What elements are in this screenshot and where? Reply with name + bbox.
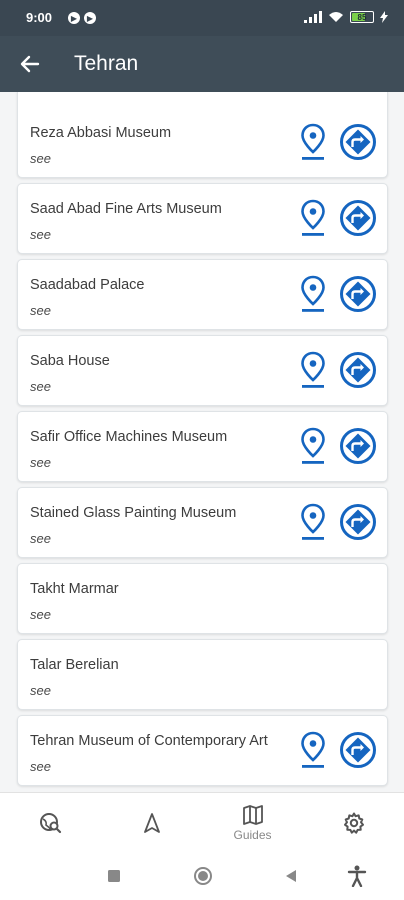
place-name: Reza Abbasi Museum [30, 125, 172, 141]
map-icon [242, 805, 263, 825]
accessibility-button[interactable] [347, 865, 367, 887]
place-card[interactable]: Stained Glass Painting Museum see [17, 487, 388, 558]
directions-button[interactable] [338, 426, 378, 466]
directions-button[interactable] [338, 122, 378, 162]
directions-icon [340, 352, 376, 388]
page-title: Tehran [74, 52, 139, 75]
location-pin-icon [301, 123, 325, 160]
place-type: see [30, 455, 51, 470]
place-type: see [30, 303, 51, 318]
show-on-map-button[interactable] [298, 274, 328, 314]
navigation-icon [143, 813, 160, 833]
recents-button[interactable] [104, 866, 124, 886]
notification-icon: ▶ [84, 12, 96, 24]
place-type: see [30, 151, 51, 166]
nav-label-guides: Guides [233, 828, 272, 842]
location-pin-icon [301, 503, 325, 540]
place-type: see [30, 607, 51, 622]
triangle-back-icon [286, 870, 296, 882]
wifi-icon [329, 12, 343, 22]
notification-icon: ▶ [68, 12, 80, 24]
back-button[interactable] [16, 50, 44, 78]
status-system-icons: 85 [304, 11, 388, 23]
nav-item-settings[interactable] [303, 793, 404, 853]
places-list[interactable]: Reza Abbasi Museum see Saad Abad Fine Arts… [0, 92, 404, 792]
circle-icon [194, 867, 212, 885]
show-on-map-button[interactable] [298, 198, 328, 238]
square-icon [108, 870, 120, 882]
directions-button[interactable] [338, 350, 378, 390]
nav-item-explore[interactable] [0, 793, 101, 853]
nav-item-navigation[interactable] [101, 793, 202, 853]
location-pin-icon [301, 275, 325, 312]
status-notification-icons: ▶ ▶ [68, 12, 96, 24]
place-name: Saba House [30, 353, 110, 369]
back-nav-button[interactable] [281, 866, 301, 886]
directions-button[interactable] [338, 502, 378, 542]
signal-icon [304, 11, 322, 23]
place-name: Stained Glass Painting Museum [30, 505, 237, 521]
place-type: see [30, 759, 51, 774]
location-pin-icon [301, 199, 325, 236]
app-bar: Tehran [0, 36, 404, 92]
place-card[interactable]: Saad Abad Fine Arts Museum see [17, 183, 388, 254]
location-pin-icon [301, 427, 325, 464]
place-name: Saad Abad Fine Arts Museum [30, 201, 222, 217]
directions-button[interactable] [338, 730, 378, 770]
location-pin-icon [301, 731, 325, 768]
place-type: see [30, 683, 51, 698]
status-time: 9:00 [26, 10, 53, 25]
directions-icon [340, 428, 376, 464]
place-card[interactable]: Reza Abbasi Museum see [17, 92, 388, 178]
place-card[interactable]: Saba House see [17, 335, 388, 406]
place-type: see [30, 379, 51, 394]
place-card[interactable]: Tehran Museum of Contemporary Art see [17, 715, 388, 786]
place-name: Talar Berelian [30, 657, 119, 673]
directions-icon [340, 124, 376, 160]
directions-icon [340, 200, 376, 236]
show-on-map-button[interactable] [298, 122, 328, 162]
location-pin-icon [301, 351, 325, 388]
settings-icon [343, 812, 364, 834]
show-on-map-button[interactable] [298, 350, 328, 390]
place-name: Tehran Museum of Contemporary Art [30, 733, 268, 749]
charging-icon [380, 11, 388, 23]
show-on-map-button[interactable] [298, 502, 328, 542]
battery-icon: 85 [350, 11, 374, 23]
place-card[interactable]: Saadabad Palace see [17, 259, 388, 330]
show-on-map-button[interactable] [298, 730, 328, 770]
place-name: Saadabad Palace [30, 277, 145, 293]
accessibility-icon [347, 865, 367, 887]
home-button[interactable] [193, 866, 213, 886]
place-card[interactable]: Safir Office Machines Museum see [17, 411, 388, 482]
place-name: Safir Office Machines Museum [30, 429, 228, 445]
directions-icon [340, 276, 376, 312]
place-name: Takht Marmar [30, 581, 119, 597]
status-bar: 9:00 ▶ ▶ 85 [0, 0, 404, 36]
place-card[interactable]: Takht Marmar see [17, 563, 388, 634]
directions-icon [340, 504, 376, 540]
bottom-nav: Guides [0, 792, 404, 852]
arrow-left-icon [20, 55, 40, 73]
directions-button[interactable] [338, 274, 378, 314]
travel-explore-icon [39, 813, 61, 834]
place-type: see [30, 227, 51, 242]
directions-icon [340, 732, 376, 768]
place-type: see [30, 531, 51, 546]
place-card[interactable]: Talar Berelian see [17, 639, 388, 710]
directions-button[interactable] [338, 198, 378, 238]
system-nav-bar [0, 852, 404, 900]
show-on-map-button[interactable] [298, 426, 328, 466]
nav-item-guides[interactable]: Guides [202, 793, 303, 853]
